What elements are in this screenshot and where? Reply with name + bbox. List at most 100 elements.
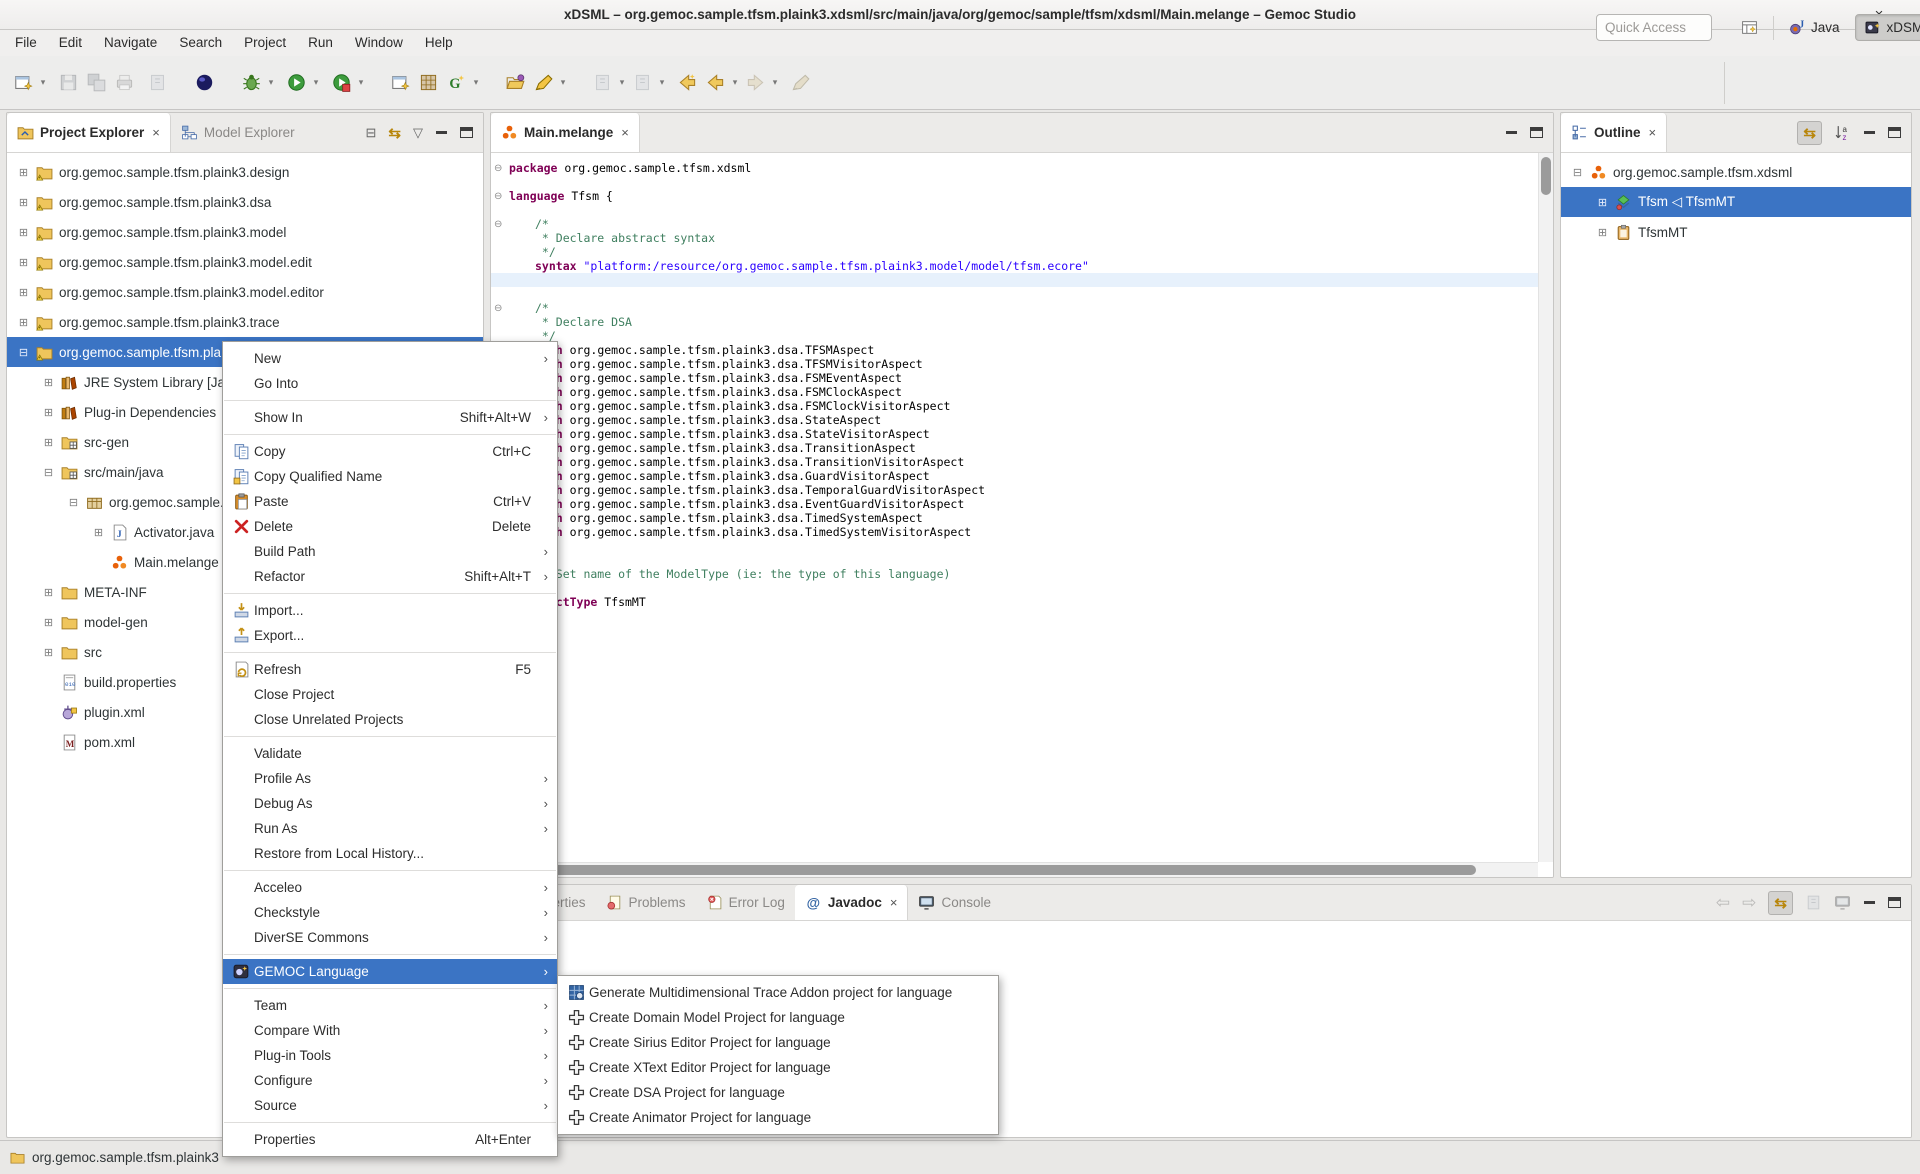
submenu-item-generate-trace-addon[interactable]: Generate Multidimensional Trace Addon pr… [558, 980, 998, 1005]
chevron-down-icon[interactable]: ▾ [356, 77, 366, 88]
save-all-button[interactable] [83, 70, 109, 96]
maximize-icon[interactable] [1530, 127, 1543, 138]
maximize-icon[interactable] [460, 127, 473, 138]
menu-item-configure[interactable]: Configure› [223, 1068, 557, 1093]
run-button[interactable] [283, 70, 309, 96]
open-perspective-button[interactable] [1732, 15, 1767, 40]
load-model-button[interactable] [502, 70, 528, 96]
outline-item-selected[interactable]: ⊞Tfsm ◁ TfsmMT [1561, 187, 1911, 217]
gemoc-engine-button[interactable] [443, 70, 469, 96]
outline-item[interactable]: ⊞TfsmMT [1561, 217, 1911, 247]
expander-icon[interactable]: ⊞ [17, 286, 30, 299]
menu-item-debug-as[interactable]: Debug As› [223, 791, 557, 816]
previous-annotation-button[interactable] [629, 70, 655, 96]
expander-icon[interactable]: ⊞ [1596, 226, 1609, 239]
last-edit-location-button[interactable] [674, 70, 700, 96]
save-button[interactable] [55, 70, 81, 96]
close-icon[interactable]: × [1649, 125, 1657, 140]
expander-icon[interactable]: ⊞ [17, 196, 30, 209]
menu-window[interactable]: Window [344, 30, 414, 56]
menu-item-show-in[interactable]: Show InShift+Alt+W› [223, 405, 557, 430]
menu-item-plug-in-tools[interactable]: Plug-in Tools› [223, 1043, 557, 1068]
menu-item-validate[interactable]: Validate [223, 741, 557, 766]
tree-item[interactable]: ⊞org.gemoc.sample.tfsm.plaink3.model.edi… [7, 247, 483, 277]
expander-icon[interactable]: ⊟ [1571, 166, 1584, 179]
menu-item-build-path[interactable]: Build Path› [223, 539, 557, 564]
menu-file[interactable]: File [4, 30, 48, 56]
new-package-button[interactable] [415, 70, 441, 96]
menu-navigate[interactable]: Navigate [93, 30, 168, 56]
chevron-down-icon[interactable]: ▾ [471, 77, 481, 88]
chevron-down-icon[interactable]: ▾ [770, 77, 780, 88]
tab-model-explorer[interactable]: Model Explorer [171, 113, 305, 152]
maximize-icon[interactable] [1888, 127, 1901, 138]
open-console-icon[interactable] [1834, 894, 1851, 911]
chevron-down-icon[interactable]: ▾ [558, 77, 568, 88]
expander-icon[interactable]: ⊞ [42, 436, 55, 449]
menu-item-team[interactable]: Team› [223, 993, 557, 1018]
minimize-icon[interactable] [1863, 897, 1876, 908]
skip-breakpoints-button[interactable] [144, 70, 170, 96]
menu-item-acceleo[interactable]: Acceleo› [223, 875, 557, 900]
perspective-java-button[interactable]: Java [1780, 15, 1849, 40]
new-wizard-button[interactable] [10, 70, 36, 96]
next-annotation-button[interactable] [589, 70, 615, 96]
tab-main-melange[interactable]: Main.melange × [491, 113, 640, 152]
submenu-item-create-sirius-editor[interactable]: Create Sirius Editor Project for languag… [558, 1030, 998, 1055]
menu-item-checkstyle[interactable]: Checkstyle› [223, 900, 557, 925]
chevron-down-icon[interactable]: ▾ [730, 77, 740, 88]
collapse-all-icon[interactable]: ⊟ [366, 125, 377, 141]
fold-minus-icon[interactable]: ⊖ [494, 162, 502, 176]
view-menu-icon[interactable]: ▽ [413, 125, 423, 141]
expander-icon[interactable]: ⊞ [42, 586, 55, 599]
menu-item-copy[interactable]: CopyCtrl+C [223, 439, 557, 464]
menu-item-source[interactable]: Source› [223, 1093, 557, 1118]
forward-button[interactable] [742, 70, 768, 96]
menu-project[interactable]: Project [233, 30, 297, 56]
new-trace-project-button[interactable] [387, 70, 413, 96]
minimize-icon[interactable] [1505, 127, 1518, 138]
link-with-editor-icon[interactable]: ⇆ [1768, 891, 1793, 915]
fold-minus-icon[interactable]: ⊖ [494, 190, 502, 204]
submenu-item-create-domain-model[interactable]: Create Domain Model Project for language [558, 1005, 998, 1030]
minimize-icon[interactable] [1863, 127, 1876, 138]
tree-item[interactable]: ⊞org.gemoc.sample.tfsm.plaink3.design [7, 157, 483, 187]
expander-icon[interactable]: ⊟ [42, 466, 55, 479]
marker-button[interactable] [530, 70, 556, 96]
mark-occurrences-button[interactable] [787, 70, 813, 96]
expander-icon[interactable]: ⊟ [17, 346, 30, 359]
menu-item-new[interactable]: New› [223, 346, 557, 371]
tree-item[interactable]: ⊞org.gemoc.sample.tfsm.plaink3.dsa [7, 187, 483, 217]
print-button[interactable] [111, 70, 137, 96]
fold-minus-icon[interactable]: ⊖ [494, 302, 502, 316]
menu-item-refresh[interactable]: RefreshF5 [223, 657, 557, 682]
menu-item-close-project[interactable]: Close Project [223, 682, 557, 707]
editor-horizontal-scrollbar[interactable] [491, 862, 1538, 877]
link-with-editor-icon[interactable]: ⇆ [388, 124, 401, 142]
tree-item[interactable]: ⊞org.gemoc.sample.tfsm.plaink3.trace [7, 307, 483, 337]
expander-icon[interactable]: ⊞ [42, 376, 55, 389]
menu-item-export[interactable]: Export... [223, 623, 557, 648]
close-icon[interactable]: × [890, 895, 898, 910]
sort-icon[interactable] [1834, 124, 1851, 141]
chevron-down-icon[interactable]: ▾ [266, 77, 276, 88]
expander-icon[interactable]: ⊞ [17, 226, 30, 239]
expander-icon[interactable]: ⊞ [17, 166, 30, 179]
expander-icon[interactable]: ⊞ [42, 406, 55, 419]
run-external-tools-button[interactable] [328, 70, 354, 96]
expander-icon[interactable]: ⊞ [92, 526, 105, 539]
submenu-item-create-dsa[interactable]: Create DSA Project for language [558, 1080, 998, 1105]
menu-item-delete[interactable]: DeleteDelete [223, 514, 557, 539]
menu-help[interactable]: Help [414, 30, 464, 56]
menu-item-diverse-commons[interactable]: DiverSE Commons› [223, 925, 557, 950]
tab-problems[interactable]: Problems [596, 885, 696, 920]
back-button[interactable] [702, 70, 728, 96]
menu-item-close-unrelated-projects[interactable]: Close Unrelated Projects [223, 707, 557, 732]
menu-item-run-as[interactable]: Run As› [223, 816, 557, 841]
expander-icon[interactable]: ⊞ [17, 316, 30, 329]
tree-item[interactable]: ⊞org.gemoc.sample.tfsm.plaink3.model [7, 217, 483, 247]
menu-item-gemoc-language[interactable]: GEMOC Language› [223, 959, 557, 984]
menu-item-restore-from-local-history[interactable]: Restore from Local History... [223, 841, 557, 866]
maximize-icon[interactable] [1888, 897, 1901, 908]
close-icon[interactable]: × [152, 125, 160, 140]
